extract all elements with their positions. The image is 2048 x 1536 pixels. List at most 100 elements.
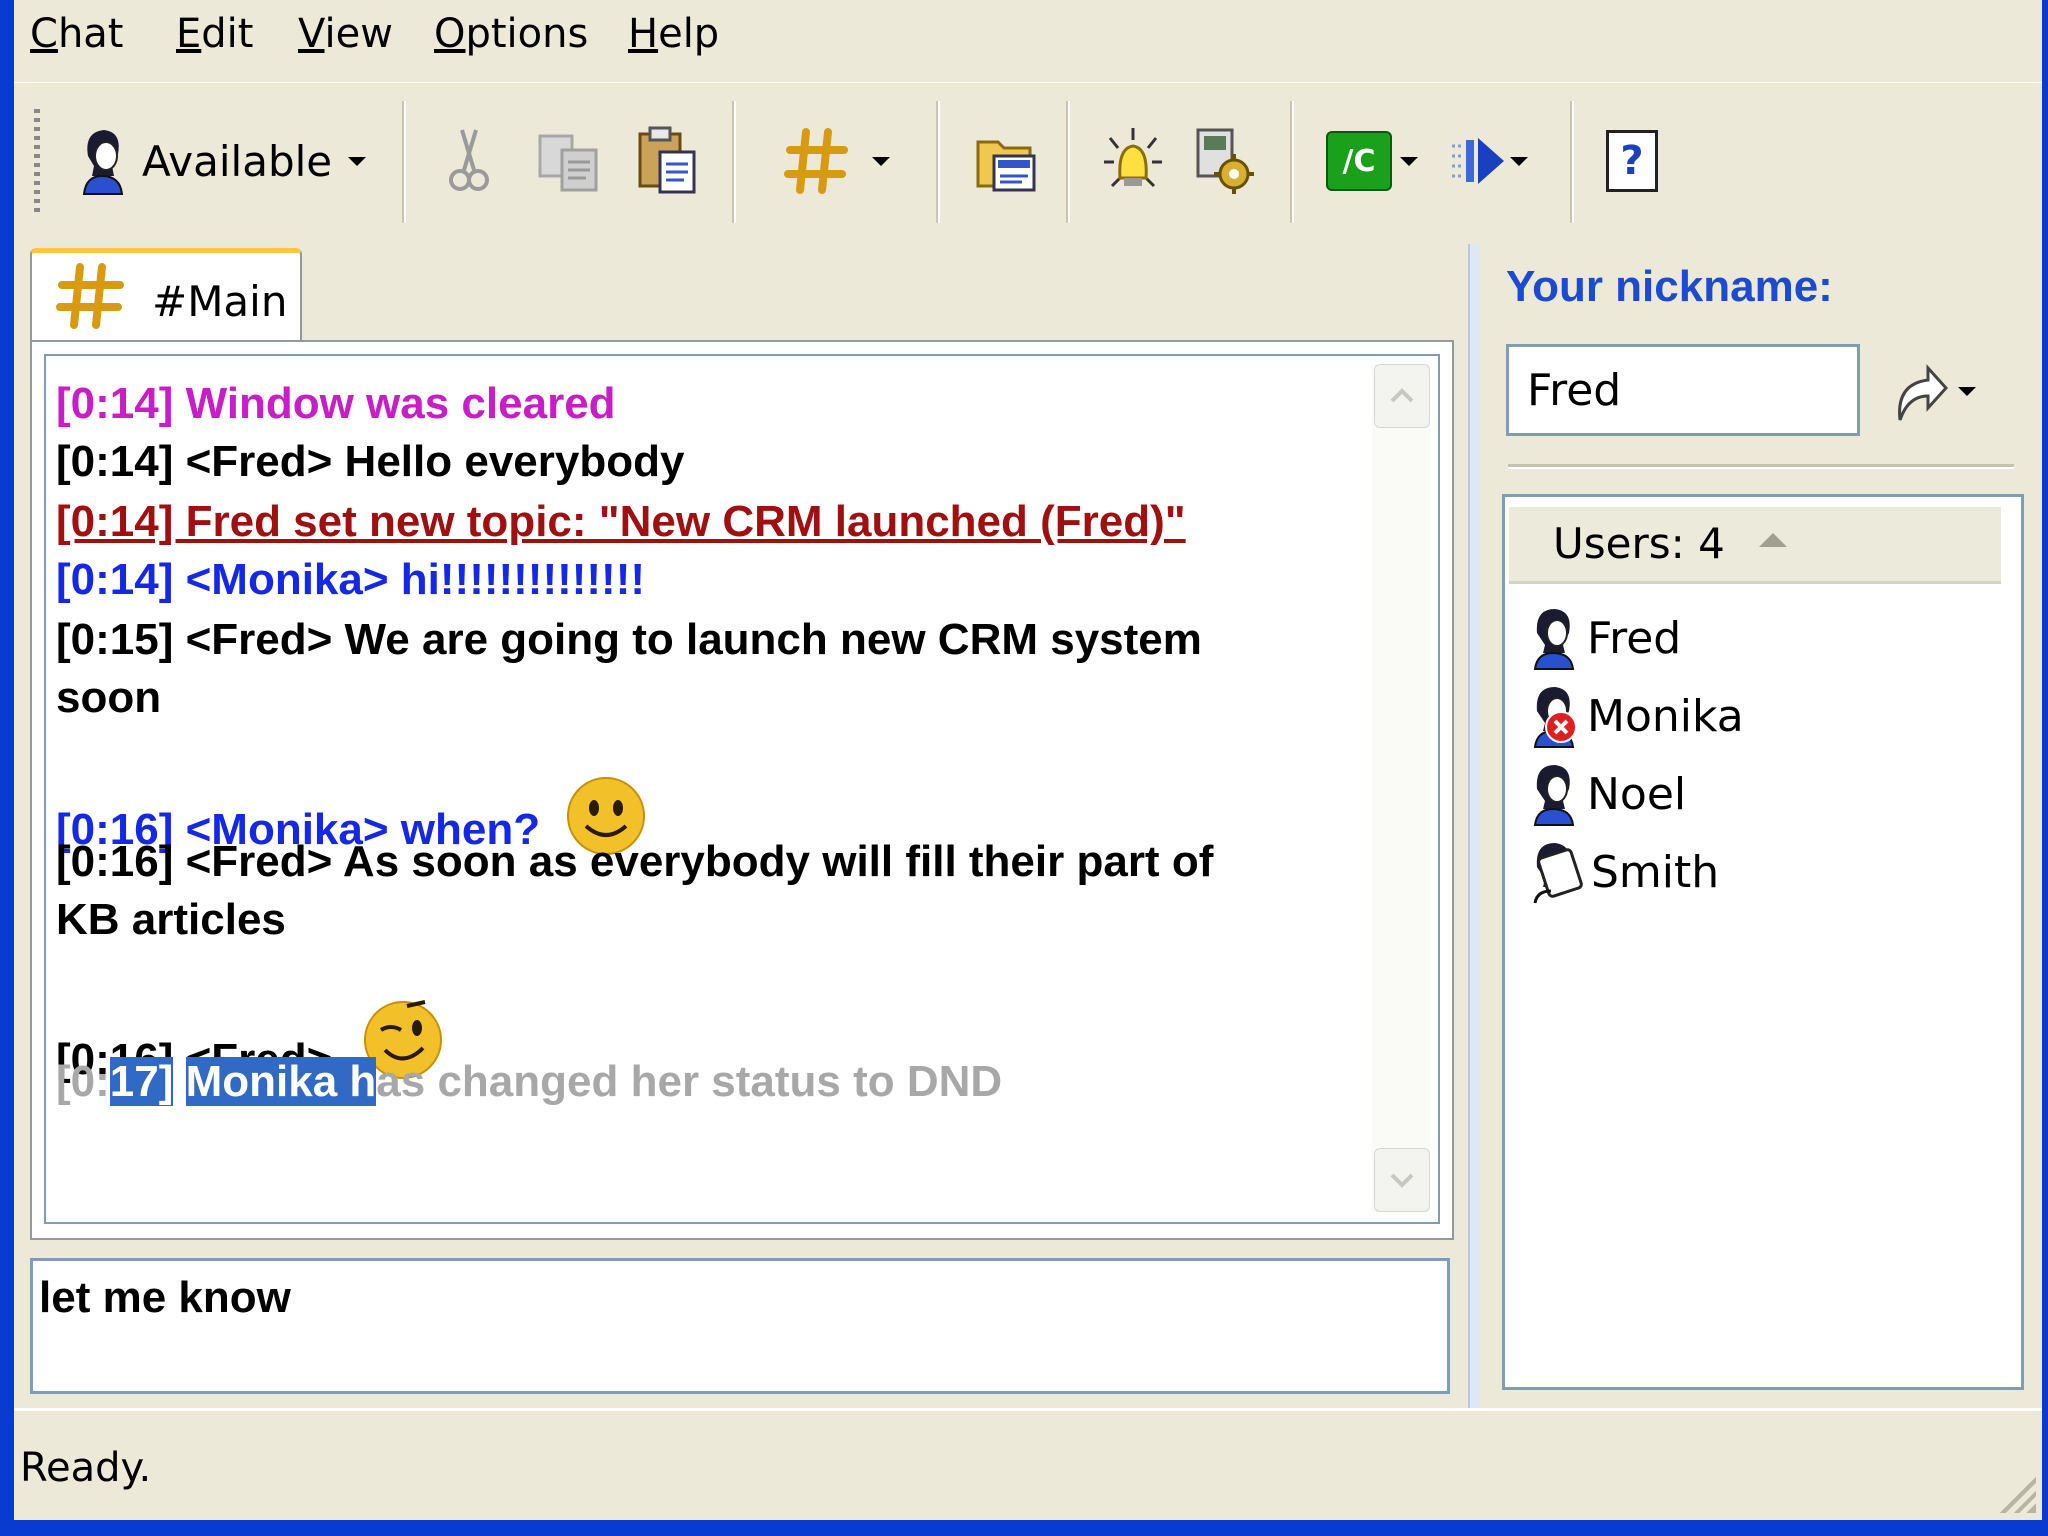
menu-chat-mnemonic: C (30, 11, 58, 57)
chat-message: [0:14] <Monika> hi!!!!!!!!!!!!!! (56, 555, 646, 604)
open-folder-icon (976, 140, 1036, 192)
cut-button[interactable] (444, 123, 494, 199)
menu-options-label: ptions (465, 11, 589, 57)
status-text: Ready. (20, 1445, 152, 1491)
menu-chat-label: hat (57, 11, 124, 57)
menu-edit-label: dit (201, 11, 254, 57)
copy-button[interactable] (536, 123, 602, 199)
menu-edit-mnemonic: E (176, 11, 202, 57)
apply-nickname-button[interactable] (1890, 356, 2002, 426)
status-label: Available (142, 136, 333, 186)
toolbar: Available /C ? (14, 82, 2042, 243)
user-away-icon (1533, 843, 1583, 904)
command-icon: /C (1326, 131, 1392, 191)
chat-message-system: [0:14] Window was cleared (56, 379, 616, 428)
chevron-up-icon (1390, 388, 1414, 403)
chat-message-topic: [0:14] Fred set new topic: "New CRM laun… (56, 497, 1186, 546)
selected-text: Monika h (185, 1057, 377, 1106)
user-list[interactable]: Users: 4 Fred Monika Noel Smith (1502, 494, 2024, 1390)
user-count: Users: 4 (1553, 519, 1725, 568)
chat-log[interactable]: [0:14] Window was cleared [0:14] <Fred> … (44, 354, 1440, 1224)
message-input-text: let me know (39, 1273, 291, 1322)
cut-icon (449, 129, 489, 191)
user-list-item[interactable]: Smith (1529, 837, 1719, 907)
chat-message: [0:14] <Fred> Hello everybody (56, 437, 685, 486)
chat-message: [0:15] <Fred> We are going to launch new… (56, 615, 1202, 664)
chevron-down-icon (1958, 386, 1976, 396)
resize-grip-icon[interactable] (1996, 1473, 2036, 1513)
chat-panel: [0:14] Window was cleared [0:14] <Fred> … (30, 340, 1454, 1240)
menu-bar: Chat Edit View Options Help (14, 0, 2042, 76)
chevron-down-icon[interactable] (1510, 156, 1528, 166)
chat-message-continuation: soon (56, 673, 162, 722)
send-file-button[interactable] (1448, 123, 1528, 199)
menu-chat[interactable]: Chat (30, 10, 123, 58)
menu-view[interactable]: View (298, 10, 393, 58)
toolbar-separator (1066, 101, 1070, 223)
open-folder-button[interactable] (974, 123, 1040, 199)
toolbar-separator (732, 101, 736, 223)
command-button[interactable]: /C (1326, 123, 1418, 199)
menu-options[interactable]: Options (434, 10, 588, 58)
chat-message: [0:16] <Fred> As soon as everybody will … (56, 837, 1214, 886)
scroll-up-button[interactable] (1374, 364, 1430, 428)
app-window: Chat Edit View Options Help Available /C… (14, 0, 2042, 1520)
status-dropdown[interactable]: Available (76, 123, 367, 199)
status-msg-part: [0: (56, 1057, 110, 1106)
user-available-icon (1533, 609, 1575, 670)
menu-view-label: iew (324, 11, 393, 57)
help-icon: ? (1606, 130, 1658, 192)
nickname-label: Your nickname: (1506, 262, 1833, 311)
chevron-down-icon (1390, 1173, 1414, 1188)
tab-label: #Main (152, 277, 288, 326)
menu-help[interactable]: Help (628, 10, 719, 58)
help-button[interactable]: ? (1606, 123, 1658, 199)
send-file-icon (1452, 138, 1504, 184)
user-status-icon (82, 130, 124, 195)
chat-message-continuation: KB articles (56, 895, 286, 944)
toolbar-separator (1570, 101, 1574, 223)
paste-button[interactable] (634, 123, 700, 199)
user-list-item[interactable]: Fred (1529, 603, 1681, 673)
user-list-header[interactable]: Users: 4 (1509, 507, 2001, 584)
divider (1508, 464, 2014, 469)
message-input[interactable]: let me know (30, 1258, 1450, 1394)
scroll-down-button[interactable] (1374, 1148, 1430, 1212)
paste-icon (638, 126, 696, 194)
user-dnd-icon (1533, 687, 1577, 748)
settings-button[interactable] (1194, 123, 1260, 199)
menu-edit[interactable]: Edit (176, 10, 253, 58)
redo-arrow-icon (1898, 364, 1948, 421)
user-name: Smith (1591, 846, 1720, 898)
command-label: /C (1342, 143, 1376, 179)
menu-help-label: elp (658, 11, 720, 57)
toolbar-grip[interactable] (34, 109, 40, 213)
user-list-item[interactable]: Noel (1529, 759, 1686, 829)
menu-help-mnemonic: H (628, 11, 659, 57)
menu-options-mnemonic: O (434, 11, 466, 57)
toolbar-separator (936, 101, 940, 223)
status-bar: Ready. (14, 1408, 2042, 1520)
status-msg-part (173, 1057, 185, 1106)
tab-main[interactable]: #Main (30, 248, 302, 349)
alert-icon (1104, 128, 1162, 188)
toolbar-separator (1290, 101, 1294, 223)
settings-icon (1196, 128, 1254, 194)
user-list-item[interactable]: Monika (1529, 681, 1744, 751)
channel-icon (56, 263, 124, 329)
toolbar-separator (402, 101, 406, 223)
channel-button[interactable] (784, 123, 890, 199)
chevron-down-icon[interactable] (872, 156, 890, 166)
nickname-input[interactable]: Fred (1506, 344, 1860, 436)
copy-icon (538, 134, 598, 192)
alert-button[interactable] (1100, 123, 1166, 199)
chevron-down-icon[interactable] (1400, 156, 1418, 166)
selected-text: 17] (109, 1057, 174, 1106)
user-name: Noel (1587, 768, 1687, 820)
user-available-icon (1533, 765, 1575, 826)
panel-splitter[interactable] (1468, 244, 1480, 1408)
help-label: ? (1620, 138, 1644, 184)
user-name: Fred (1587, 612, 1682, 664)
chat-scrollbar[interactable] (1372, 364, 1430, 1212)
chat-message-status: [0:17] Monika has changed her status to … (56, 1052, 1002, 1112)
